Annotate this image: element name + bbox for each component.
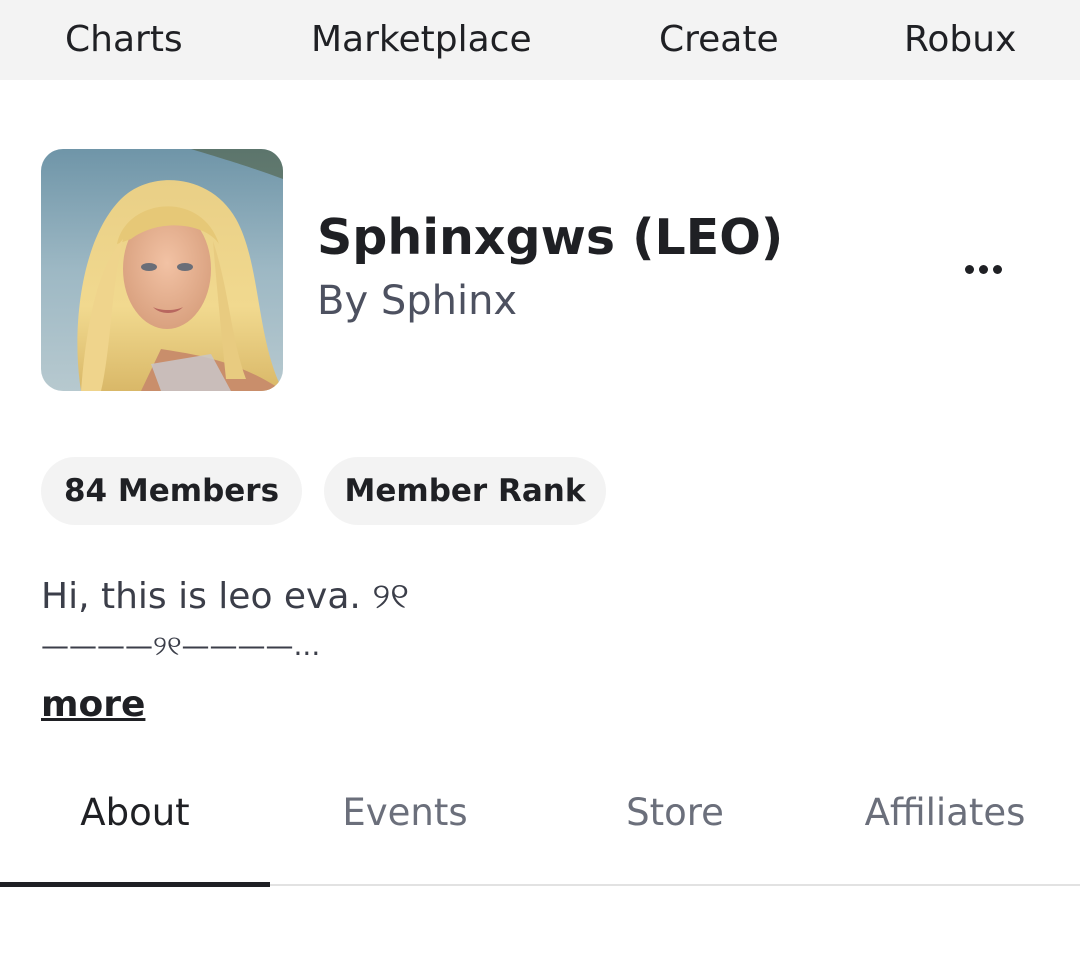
group-description-line: ————୨୧————...	[41, 629, 321, 662]
nav-marketplace[interactable]: Marketplace	[311, 18, 532, 62]
active-tab-indicator	[0, 882, 270, 887]
nav-create[interactable]: Create	[659, 18, 779, 62]
group-avatar[interactable]	[41, 149, 283, 391]
top-navigation-bar: Charts Marketplace Create Robux	[0, 0, 1080, 80]
group-name: Sphinxgws (LEO)	[317, 209, 784, 266]
tab-events[interactable]: Events	[270, 780, 540, 846]
tab-store[interactable]: Store	[540, 780, 810, 846]
group-owner-link[interactable]: By Sphinx	[317, 276, 517, 326]
tab-about[interactable]: About	[0, 780, 270, 846]
members-count-button[interactable]: 84 Members	[41, 457, 302, 525]
group-avatar-photo	[41, 149, 283, 391]
show-more-link[interactable]: more	[41, 682, 145, 728]
member-rank-button[interactable]: Member Rank	[324, 457, 606, 525]
tab-affiliates[interactable]: Affiliates	[810, 780, 1080, 846]
nav-robux[interactable]: Robux	[904, 18, 1016, 62]
more-options-icon[interactable]	[955, 250, 1011, 288]
nav-charts[interactable]: Charts	[65, 18, 183, 62]
group-description-line: Hi, this is leo eva. ୨୧	[41, 576, 409, 617]
group-tabs: About Events Store Affiliates	[0, 780, 1080, 888]
